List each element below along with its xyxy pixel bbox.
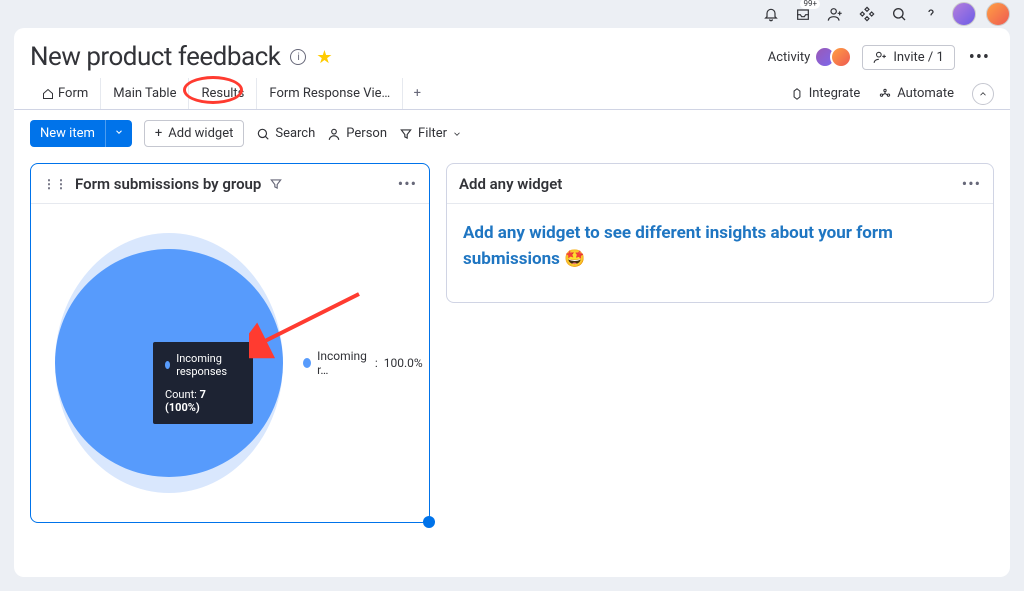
widget-body: Incoming r… : 100.0% Incoming responses … bbox=[31, 204, 429, 522]
tabs-row: Form Main Table Results Form Response Vi… bbox=[14, 78, 1010, 110]
board-header: New product feedback i ★ Activity Invite… bbox=[14, 28, 1010, 78]
widget-form-submissions[interactable]: ⋮⋮ Form submissions by group ••• Incomin… bbox=[30, 163, 430, 523]
tab-form-response-view[interactable]: Form Response Vie… bbox=[257, 78, 403, 109]
app-topbar: 99+ bbox=[746, 0, 1024, 28]
tooltip-dot bbox=[165, 361, 170, 369]
search-label: Search bbox=[275, 126, 315, 141]
filter-icon[interactable] bbox=[269, 177, 283, 191]
tab-results[interactable]: Results bbox=[189, 78, 257, 109]
widget-options-icon[interactable]: ••• bbox=[962, 174, 981, 193]
tab-main-table[interactable]: Main Table bbox=[101, 78, 189, 109]
collapse-header-button[interactable] bbox=[972, 83, 994, 105]
automate-label: Automate bbox=[897, 86, 954, 101]
user-avatar[interactable] bbox=[986, 2, 1010, 26]
legend-separator: : bbox=[375, 356, 378, 370]
filter-label: Filter bbox=[418, 126, 447, 141]
legend-value: 100.0% bbox=[384, 356, 423, 370]
widget-title[interactable]: Add any widget bbox=[459, 175, 562, 193]
add-view-button[interactable]: + bbox=[403, 78, 431, 109]
star-icon[interactable]: ★ bbox=[316, 47, 332, 68]
pie-legend-item[interactable]: Incoming r… : 100.0% bbox=[303, 349, 423, 377]
board-toolbar: New item + Add widget Search Person Filt… bbox=[14, 110, 1010, 157]
chart-tooltip: Incoming responses Count: 7 (100%) bbox=[153, 342, 253, 424]
chevron-down-icon[interactable] bbox=[105, 120, 132, 147]
board-card: New product feedback i ★ Activity Invite… bbox=[14, 28, 1010, 577]
tooltip-label: Incoming responses bbox=[176, 352, 241, 378]
activity-label[interactable]: Activity bbox=[768, 50, 811, 65]
board-options-icon[interactable]: ••• bbox=[965, 47, 994, 68]
tabs-list: Form Main Table Results Form Response Vi… bbox=[30, 78, 431, 109]
help-icon[interactable] bbox=[920, 3, 942, 25]
tooltip-count-label: Count: bbox=[165, 388, 197, 401]
widget-header: ⋮⋮ Form submissions by group ••• bbox=[31, 164, 429, 204]
widget-header: Add any widget ••• bbox=[447, 164, 993, 204]
tab-label: Main Table bbox=[113, 86, 176, 101]
new-item-label: New item bbox=[30, 120, 105, 147]
notifications-icon[interactable] bbox=[760, 3, 782, 25]
invite-label: Invite / 1 bbox=[893, 50, 943, 65]
drag-handle-icon[interactable]: ⋮⋮ bbox=[43, 177, 67, 191]
resize-handle[interactable] bbox=[423, 516, 435, 528]
board-content: ⋮⋮ Form submissions by group ••• Incomin… bbox=[14, 157, 1010, 539]
plus-icon: + bbox=[155, 126, 162, 141]
integrate-label: Integrate bbox=[809, 86, 861, 101]
widget-body: Add any widget to see different insights… bbox=[447, 204, 993, 289]
tab-label: Form Response Vie… bbox=[269, 86, 390, 101]
filter-button[interactable]: Filter bbox=[399, 126, 462, 141]
board-title-wrap: New product feedback i ★ bbox=[30, 42, 332, 72]
widget-title[interactable]: Form submissions by group bbox=[75, 175, 261, 193]
person-filter-button[interactable]: Person bbox=[327, 126, 387, 141]
tab-label: Results bbox=[201, 86, 244, 101]
new-item-button[interactable]: New item bbox=[30, 120, 132, 147]
person-label: Person bbox=[346, 126, 387, 141]
add-widget-button[interactable]: + Add widget bbox=[144, 120, 244, 147]
inbox-icon[interactable]: 99+ bbox=[792, 3, 814, 25]
search-button[interactable]: Search bbox=[256, 126, 315, 141]
product-avatar[interactable] bbox=[952, 2, 976, 26]
tabs-right: Integrate Automate bbox=[790, 83, 994, 105]
invite-members-icon[interactable] bbox=[824, 3, 846, 25]
legend-dot bbox=[303, 358, 311, 368]
integrate-button[interactable]: Integrate bbox=[790, 86, 861, 101]
widget-add-any[interactable]: Add any widget ••• Add any widget to see… bbox=[446, 163, 994, 303]
widget-placeholder-text: Add any widget to see different insights… bbox=[463, 220, 977, 273]
board-header-right: Activity Invite / 1 ••• bbox=[768, 45, 994, 70]
tab-form[interactable]: Form bbox=[30, 78, 101, 109]
legend-label: Incoming r… bbox=[317, 349, 369, 377]
add-widget-label: Add widget bbox=[168, 126, 233, 141]
activity-avatars[interactable] bbox=[820, 46, 852, 68]
tab-label: Form bbox=[58, 86, 88, 101]
info-icon[interactable]: i bbox=[290, 49, 306, 65]
page-title[interactable]: New product feedback bbox=[30, 42, 280, 72]
automate-button[interactable]: Automate bbox=[878, 86, 954, 101]
widget-options-icon[interactable]: ••• bbox=[398, 174, 417, 193]
inbox-badge: 99+ bbox=[800, 0, 820, 9]
apps-icon[interactable] bbox=[856, 3, 878, 25]
invite-button[interactable]: Invite / 1 bbox=[862, 45, 954, 70]
search-icon[interactable] bbox=[888, 3, 910, 25]
